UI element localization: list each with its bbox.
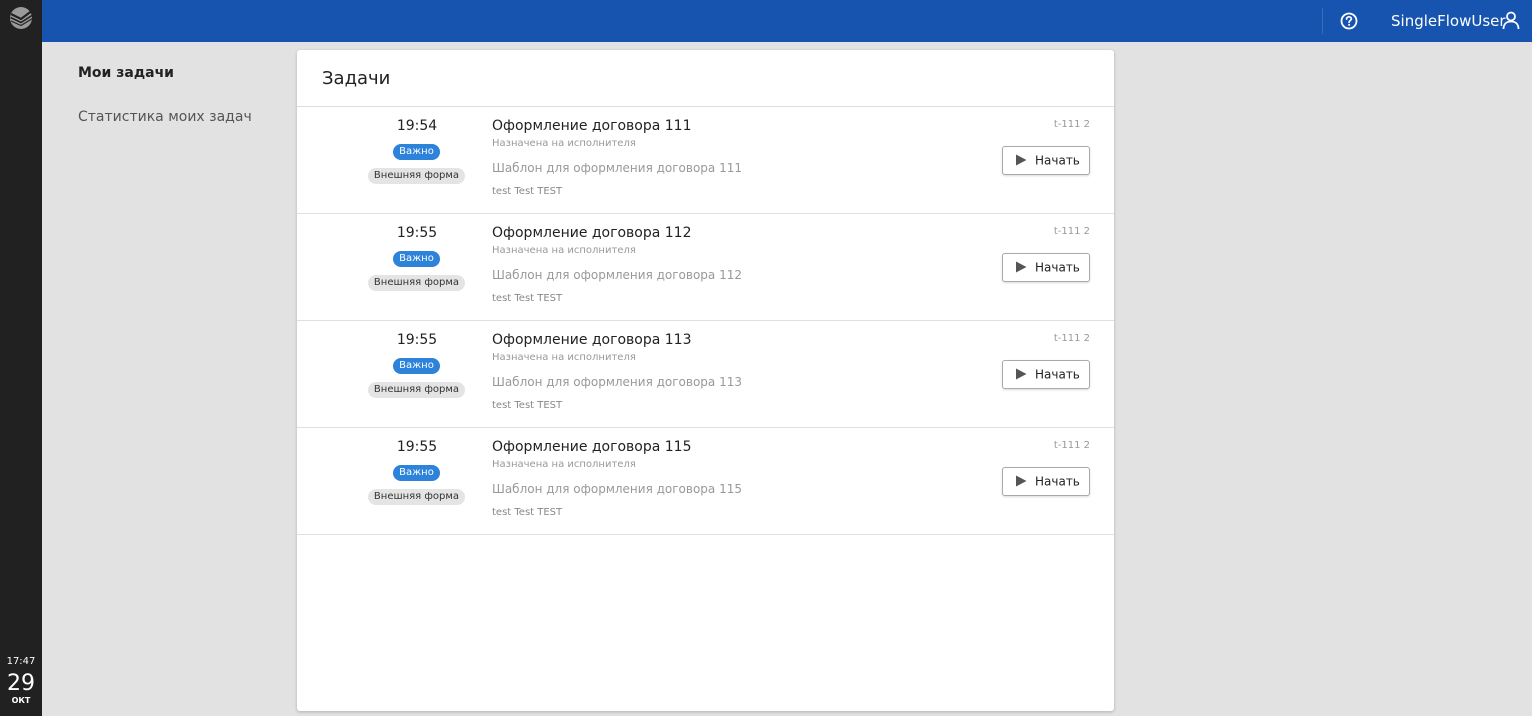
start-button[interactable]: Начать (1002, 146, 1090, 175)
form-badge: Внешняя форма (368, 275, 465, 291)
task-status: Назначена на исполнителя (492, 138, 636, 149)
task-time: 19:54 (396, 118, 438, 134)
card-title: Задачи (297, 50, 1114, 107)
nav-item-my-tasks[interactable]: Мои задачи (78, 62, 252, 84)
priority-badge: Важно (393, 358, 440, 374)
start-button[interactable]: Начать (1002, 360, 1090, 389)
task-description: Шаблон для оформления договора 112 (492, 268, 742, 282)
task-title[interactable]: Оформление договора 112 (492, 225, 692, 241)
clock-time: 17:47 (6, 656, 36, 667)
nav-item-task-statistics[interactable]: Статистика моих задач (78, 106, 252, 128)
start-button-label: Начать (1035, 367, 1080, 382)
priority-badge: Важно (393, 144, 440, 160)
task-row[interactable]: 19:55 Важно Внешняя форма Оформление дог… (297, 214, 1114, 321)
task-status: Назначена на исполнителя (492, 459, 636, 470)
form-badge: Внешняя форма (368, 168, 465, 184)
side-nav: Мои задачи Статистика моих задач (78, 62, 252, 128)
clock-day: 29 (7, 671, 35, 696)
task-code: t-111 2 (1053, 226, 1090, 237)
task-description: Шаблон для оформления договора 111 (492, 161, 742, 175)
help-circle-icon[interactable] (1340, 12, 1358, 30)
task-title[interactable]: Оформление договора 113 (492, 332, 692, 348)
task-code: t-111 2 (1053, 119, 1090, 130)
tasks-card: Задачи 19:54 Важно Внешняя форма Оформле… (297, 50, 1114, 711)
form-badge: Внешняя форма (368, 382, 465, 398)
clock-widget: 17:47 29 ОКТ (0, 656, 42, 706)
play-icon (1016, 261, 1027, 273)
task-code: t-111 2 (1053, 333, 1090, 344)
clock-month: ОКТ (11, 696, 31, 705)
sber-logo-icon[interactable] (8, 5, 34, 31)
play-icon (1016, 368, 1027, 380)
task-user: test Test TEST (492, 293, 563, 304)
priority-badge: Важно (393, 465, 440, 481)
left-rail: 17:47 29 ОКТ (0, 0, 42, 716)
start-button-label: Начать (1035, 260, 1080, 275)
task-time: 19:55 (396, 225, 438, 241)
task-row[interactable]: 19:55 Важно Внешняя форма Оформление дог… (297, 428, 1114, 535)
task-row[interactable]: 19:54 Важно Внешняя форма Оформление дог… (297, 107, 1114, 214)
priority-badge: Важно (393, 251, 440, 267)
task-status: Назначена на исполнителя (492, 352, 636, 363)
task-title[interactable]: Оформление договора 115 (492, 439, 692, 455)
start-button-label: Начать (1035, 153, 1080, 168)
play-icon (1016, 154, 1027, 166)
user-icon[interactable] (1502, 11, 1520, 30)
task-description: Шаблон для оформления договора 115 (492, 482, 742, 496)
play-icon (1016, 475, 1027, 487)
task-status: Назначена на исполнителя (492, 245, 636, 256)
form-badge: Внешняя форма (368, 489, 465, 505)
task-user: test Test TEST (492, 507, 563, 518)
task-time: 19:55 (396, 332, 438, 348)
task-user: test Test TEST (492, 400, 563, 411)
task-title[interactable]: Оформление договора 111 (492, 118, 692, 134)
task-user: test Test TEST (492, 186, 563, 197)
start-button[interactable]: Начать (1002, 253, 1090, 282)
topbar-divider (1322, 8, 1323, 34)
task-time: 19:55 (396, 439, 438, 455)
task-code: t-111 2 (1053, 440, 1090, 451)
top-bar: SingleFlowUser (42, 0, 1532, 42)
start-button[interactable]: Начать (1002, 467, 1090, 496)
user-name[interactable]: SingleFlowUser (1391, 12, 1506, 30)
task-description: Шаблон для оформления договора 113 (492, 375, 742, 389)
start-button-label: Начать (1035, 474, 1080, 489)
task-row[interactable]: 19:55 Важно Внешняя форма Оформление дог… (297, 321, 1114, 428)
